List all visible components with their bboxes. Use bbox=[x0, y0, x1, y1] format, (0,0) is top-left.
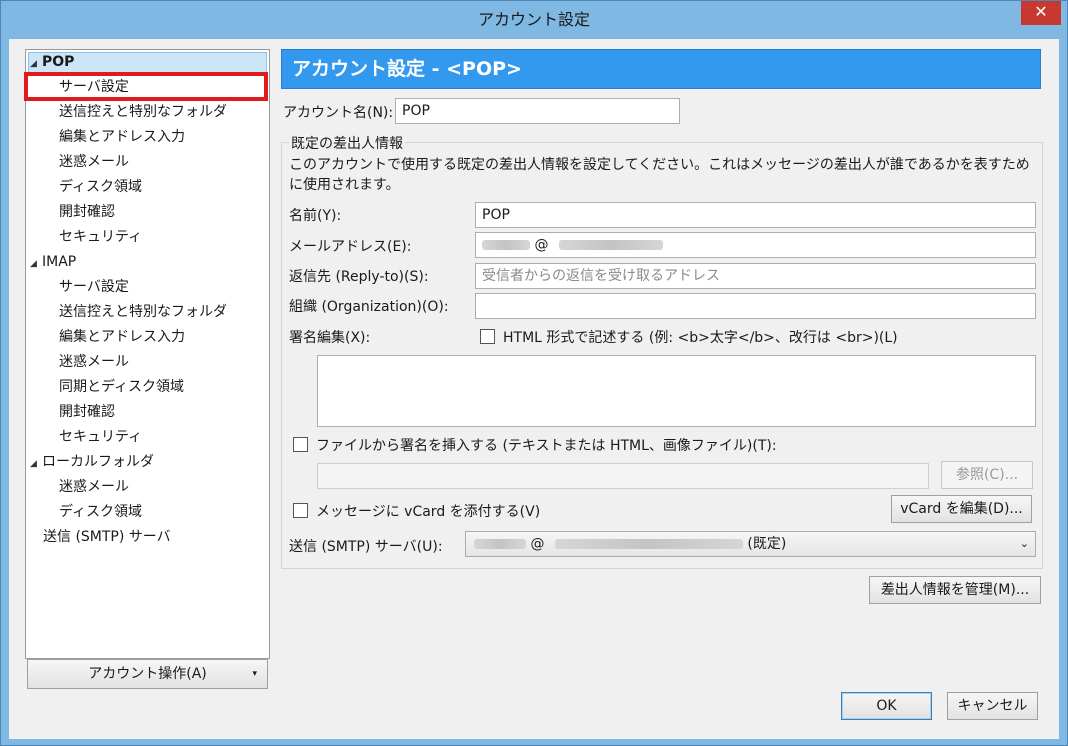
tree-item-label: POP bbox=[42, 54, 75, 70]
signature-textarea[interactable] bbox=[317, 355, 1036, 427]
tree-expand-icon[interactable]: ◢ bbox=[30, 253, 42, 275]
redacted-text bbox=[474, 539, 526, 549]
dropdown-caret-icon: ▾ bbox=[252, 669, 257, 679]
identity-description: このアカウントで使用する既定の差出人情報を設定してください。これはメッセージの差… bbox=[289, 157, 1030, 193]
html-format-checkbox-label[interactable]: HTML 形式で記述する (例: <b>太字</b>、改行は <br>)(L) bbox=[503, 327, 898, 347]
tree-item-pop-copies-folders[interactable]: 送信控えと特別なフォルダ bbox=[59, 101, 227, 123]
tree-account-imap[interactable]: ◢ IMAP bbox=[30, 251, 76, 273]
account-name-value: POP bbox=[402, 103, 430, 119]
tree-item-label: ローカルフォルダ bbox=[42, 454, 154, 470]
tree-item-pop-composition[interactable]: 編集とアドレス入力 bbox=[59, 126, 185, 148]
tree-item-pop-disk-space[interactable]: ディスク領域 bbox=[59, 176, 142, 198]
tree-item-label: 迷惑メール bbox=[59, 354, 129, 370]
dialog-client: ◢ POP サーバ設定 送信控えと特別なフォルダ 編集とアドレス入力 迷惑メール … bbox=[9, 39, 1059, 739]
chevron-down-icon: ⌄ bbox=[1019, 537, 1029, 550]
close-icon[interactable]: ✕ bbox=[1021, 1, 1061, 25]
tree-item-pop-security[interactable]: セキュリティ bbox=[59, 226, 142, 248]
name-field[interactable]: POP bbox=[475, 202, 1036, 228]
window-title: アカウント設定 bbox=[477, 10, 590, 29]
smtp-server-label: 送信 (SMTP) サーバ(U): bbox=[289, 539, 443, 555]
edit-vcard-button[interactable]: vCard を編集(D)... bbox=[891, 495, 1032, 523]
organization-label: 組織 (Organization)(O): bbox=[289, 299, 449, 315]
file-signature-checkbox-label[interactable]: ファイルから署名を挿入する (テキストまたは HTML、画像ファイル)(T): bbox=[316, 435, 777, 455]
tree-item-imap-copies-folders[interactable]: 送信控えと特別なフォルダ bbox=[59, 301, 227, 323]
tree-item-imap-junk[interactable]: 迷惑メール bbox=[59, 351, 129, 373]
account-tree[interactable]: ◢ POP サーバ設定 送信控えと特別なフォルダ 編集とアドレス入力 迷惑メール … bbox=[25, 49, 270, 659]
file-signature-checkbox[interactable] bbox=[293, 437, 308, 452]
tree-item-local-disk-space[interactable]: ディスク領域 bbox=[59, 501, 142, 523]
tree-item-label: 開封確認 bbox=[59, 204, 115, 220]
tree-item-local-junk[interactable]: 迷惑メール bbox=[59, 476, 129, 498]
tree-item-label: サーバ設定 bbox=[59, 279, 129, 295]
tree-item-imap-sync-disk[interactable]: 同期とディスク領域 bbox=[59, 376, 184, 398]
tree-item-label: 編集とアドレス入力 bbox=[59, 329, 185, 345]
tree-account-pop[interactable]: ◢ POP bbox=[30, 51, 74, 73]
vcard-checkbox-label[interactable]: メッセージに vCard を添付する(V) bbox=[316, 501, 540, 521]
tree-item-label: 送信控えと特別なフォルダ bbox=[59, 304, 227, 320]
tree-item-pop-junk[interactable]: 迷惑メール bbox=[59, 151, 129, 173]
manage-identities-button[interactable]: 差出人情報を管理(M)... bbox=[869, 576, 1041, 604]
tree-item-imap-security[interactable]: セキュリティ bbox=[59, 426, 142, 448]
ok-button[interactable]: OK bbox=[841, 692, 932, 720]
html-format-checkbox[interactable] bbox=[480, 329, 495, 344]
red-highlight-box bbox=[24, 72, 268, 101]
reply-to-placeholder: 受信者からの返信を受け取るアドレス bbox=[482, 268, 720, 284]
identity-legend: 既定の差出人情報 bbox=[289, 133, 405, 153]
vcard-checkbox[interactable] bbox=[293, 503, 308, 518]
redacted-text bbox=[482, 240, 530, 250]
reply-to-field[interactable]: 受信者からの返信を受け取るアドレス bbox=[475, 263, 1036, 289]
tree-item-label: セキュリティ bbox=[59, 429, 143, 445]
tree-item-label: 同期とディスク領域 bbox=[59, 379, 185, 395]
tree-item-label: 編集とアドレス入力 bbox=[59, 129, 185, 145]
account-actions-button[interactable]: アカウント操作(A) ▾ bbox=[27, 659, 268, 689]
tree-item-imap-server-settings[interactable]: サーバ設定 bbox=[59, 276, 129, 298]
tree-expand-icon[interactable]: ◢ bbox=[30, 453, 42, 475]
account-name-field[interactable]: POP bbox=[395, 98, 680, 124]
tree-item-label: 迷惑メール bbox=[59, 479, 129, 495]
account-settings-window: アカウント設定 ✕ ◢ POP サーバ設定 送信控えと特別なフォルダ 編集とアドレ… bbox=[0, 0, 1068, 746]
smtp-at-sign: @ bbox=[530, 536, 545, 552]
tree-item-label: セキュリティ bbox=[59, 229, 143, 245]
page-title: アカウント設定 - <POP> bbox=[281, 49, 1041, 89]
redacted-text bbox=[558, 240, 663, 250]
tree-item-label: 開封確認 bbox=[59, 404, 115, 420]
signature-file-path-field[interactable] bbox=[317, 463, 929, 489]
tree-account-local-folders[interactable]: ◢ ローカルフォルダ bbox=[30, 451, 154, 473]
tree-item-label: 迷惑メール bbox=[59, 154, 129, 170]
reply-to-label: 返信先 (Reply-to)(S): bbox=[289, 269, 429, 285]
tree-item-label: ディスク領域 bbox=[59, 504, 143, 520]
cancel-button[interactable]: キャンセル bbox=[947, 692, 1038, 720]
name-value: POP bbox=[482, 207, 510, 223]
organization-field[interactable] bbox=[475, 293, 1036, 319]
tree-item-label: 送信 (SMTP) サーバ bbox=[43, 529, 171, 545]
tree-item-smtp-servers[interactable]: 送信 (SMTP) サーバ bbox=[43, 526, 171, 548]
signature-label: 署名編集(X): bbox=[289, 330, 371, 346]
account-name-label: アカウント名(N): bbox=[283, 105, 394, 121]
tree-item-label: IMAP bbox=[42, 254, 77, 270]
tree-item-label: 送信控えと特別なフォルダ bbox=[59, 104, 227, 120]
account-actions-label: アカウント操作(A) bbox=[88, 666, 207, 682]
smtp-server-select[interactable]: @ (既定) ⌄ bbox=[465, 531, 1036, 557]
tree-item-pop-receipts[interactable]: 開封確認 bbox=[59, 201, 115, 223]
tree-item-label: ディスク領域 bbox=[59, 179, 143, 195]
email-label: メールアドレス(E): bbox=[289, 239, 412, 255]
tree-item-imap-composition[interactable]: 編集とアドレス入力 bbox=[59, 326, 185, 348]
smtp-default-suffix: (既定) bbox=[747, 536, 787, 552]
tree-item-imap-receipts[interactable]: 開封確認 bbox=[59, 401, 115, 423]
redacted-text bbox=[554, 539, 743, 549]
email-at-sign: @ bbox=[534, 237, 549, 253]
name-label: 名前(Y): bbox=[289, 208, 342, 224]
email-field[interactable]: @ bbox=[475, 232, 1036, 258]
browse-button[interactable]: 参照(C)... bbox=[941, 461, 1033, 489]
